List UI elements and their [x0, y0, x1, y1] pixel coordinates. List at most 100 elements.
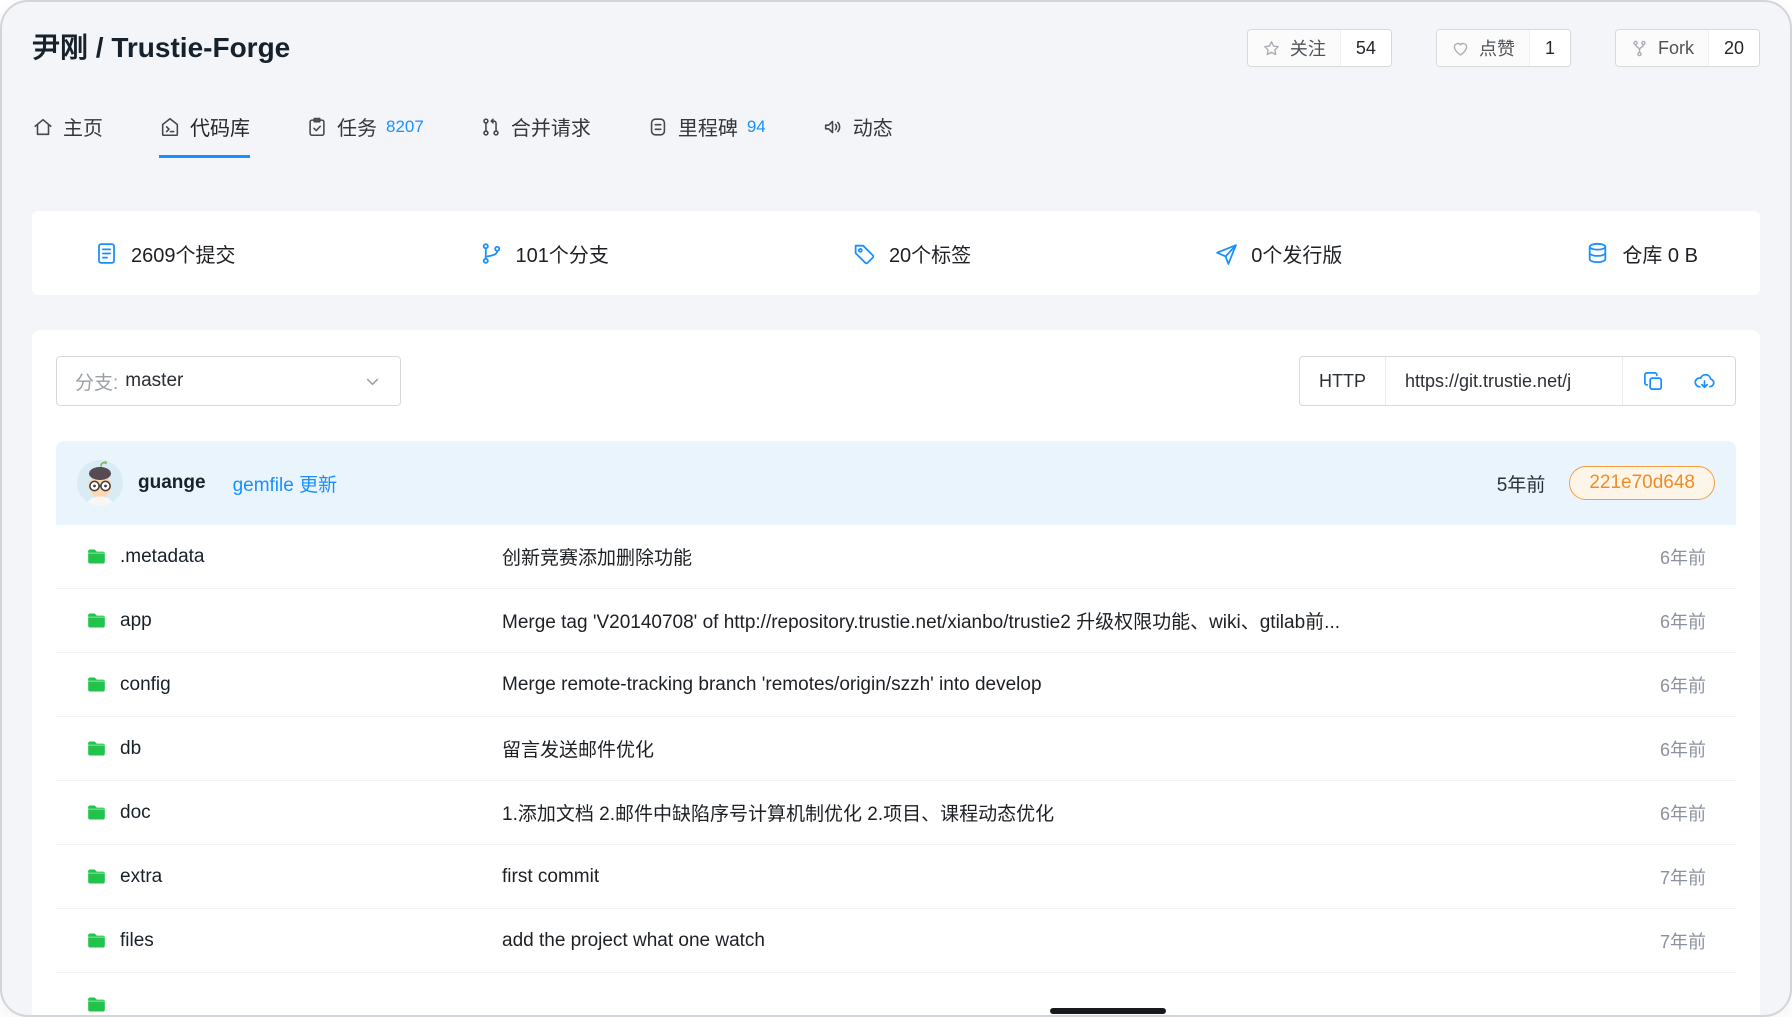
scrollbar-thumb[interactable]: [1050, 1008, 1166, 1014]
stat-branches[interactable]: 101个分支: [479, 239, 609, 268]
file-row[interactable]: extra first commit 7年前: [56, 845, 1736, 909]
file-row[interactable]: doc 1.添加文档 2.邮件中缺陷序号计算机制优化 2.项目、课程动态优化 6…: [56, 781, 1736, 845]
file-row[interactable]: config Merge remote-tracking branch 'rem…: [56, 653, 1736, 717]
document-icon: [94, 241, 119, 266]
tab-milestones[interactable]: 里程碑 94: [647, 112, 766, 158]
stat-size[interactable]: 仓库 0 B: [1585, 239, 1698, 268]
file-commit-message[interactable]: Merge remote-tracking branch 'remotes/or…: [502, 674, 1636, 696]
file-name-cell: doc: [86, 802, 502, 824]
file-commit-message[interactable]: Merge tag 'V20140708' of http://reposito…: [502, 607, 1636, 634]
branch-label: 分支:: [75, 368, 118, 395]
file-row[interactable]: db 留言发送邮件优化 6年前: [56, 717, 1736, 781]
file-row[interactable]: files add the project what one watch 7年前: [56, 909, 1736, 973]
folder-icon: [86, 674, 107, 695]
clone-url-input[interactable]: https://git.trustie.net/j: [1385, 357, 1622, 405]
file-name[interactable]: files: [120, 930, 154, 952]
file-name[interactable]: .metadata: [120, 546, 205, 568]
folder-icon: [86, 546, 107, 567]
merge-icon: [480, 116, 502, 138]
speaker-icon: [822, 116, 844, 138]
file-name[interactable]: db: [120, 738, 141, 760]
folder-icon: [86, 738, 107, 759]
branch-select[interactable]: 分支: master: [56, 356, 401, 406]
file-commit-time: 6年前: [1660, 672, 1706, 698]
file-name[interactable]: app: [120, 610, 152, 632]
file-name-cell: extra: [86, 866, 502, 888]
cloud-download-icon[interactable]: [1693, 370, 1716, 393]
home-icon: [32, 116, 54, 138]
file-commit-message[interactable]: 留言发送邮件优化: [502, 735, 1636, 762]
paper-plane-icon: [1214, 241, 1239, 266]
folder-icon: [86, 994, 107, 1015]
stat-tags-label: 20个标签: [889, 239, 971, 268]
fork-icon: [1630, 39, 1649, 58]
file-row[interactable]: app Merge tag 'V20140708' of http://repo…: [56, 589, 1736, 653]
fork-label: Fork: [1658, 38, 1694, 59]
watch-count[interactable]: 54: [1340, 30, 1391, 66]
tab-issues-count: 8207: [386, 117, 424, 137]
repo-header: 尹刚 / Trustie-Forge 关注 54 点赞 1 Fork 20: [2, 2, 1790, 68]
file-commit-message[interactable]: 1.添加文档 2.邮件中缺陷序号计算机制优化 2.项目、课程动态优化: [502, 799, 1636, 826]
file-row[interactable]: [56, 973, 1736, 1017]
stat-size-label: 仓库 0 B: [1622, 239, 1698, 268]
praise-label: 点赞: [1479, 35, 1515, 61]
tab-pulls[interactable]: 合并请求: [480, 112, 591, 158]
commit-message-link[interactable]: gemfile 更新: [233, 470, 338, 497]
branch-icon: [479, 241, 504, 266]
branch-value: master: [125, 370, 183, 392]
tab-activity[interactable]: 动态: [822, 112, 893, 158]
tab-repository-label: 代码库: [190, 112, 250, 141]
avatar[interactable]: [77, 460, 123, 506]
fork-button[interactable]: Fork 20: [1615, 29, 1760, 67]
stat-tags[interactable]: 20个标签: [852, 239, 971, 268]
watch-button[interactable]: 关注 54: [1247, 29, 1392, 67]
clone-url-group: HTTP https://git.trustie.net/j: [1299, 356, 1736, 406]
file-name[interactable]: config: [120, 674, 171, 696]
tab-milestones-label: 里程碑: [678, 112, 738, 141]
repo-icon: [159, 116, 181, 138]
stat-commits[interactable]: 2609个提交: [94, 239, 236, 268]
stat-commits-label: 2609个提交: [131, 239, 236, 268]
protocol-select[interactable]: HTTP: [1300, 357, 1385, 405]
repo-nav-tabs: 主页 代码库 任务8207 合并请求 里程碑 94 动态: [2, 112, 1790, 158]
heart-icon: [1451, 39, 1470, 58]
clone-url-actions: [1622, 357, 1735, 405]
repo-card: 分支: master HTTP https://git.trustie.net/…: [32, 330, 1760, 1017]
file-name-cell: files: [86, 930, 502, 952]
copy-icon[interactable]: [1642, 370, 1665, 393]
stat-branches-label: 101个分支: [516, 239, 609, 268]
file-row[interactable]: .metadata 创新竞赛添加删除功能 6年前: [56, 525, 1736, 589]
watch-label: 关注: [1290, 35, 1326, 61]
tab-milestones-count: 94: [747, 117, 766, 137]
folder-icon: [86, 802, 107, 823]
chevron-down-icon: [363, 372, 382, 391]
file-name-cell: app: [86, 610, 502, 632]
tab-issues[interactable]: 任务8207: [306, 112, 424, 158]
file-name-cell: db: [86, 738, 502, 760]
praise-count[interactable]: 1: [1529, 30, 1570, 66]
page-title: 尹刚 / Trustie-Forge: [32, 28, 290, 68]
praise-button[interactable]: 点赞 1: [1436, 29, 1571, 67]
repo-stats-bar: 2609个提交 101个分支 20个标签 0个发行版 仓库 0 B: [32, 211, 1760, 295]
tab-home-label: 主页: [63, 112, 103, 141]
file-commit-time: 7年前: [1660, 928, 1706, 954]
commit-sha-badge[interactable]: 221e70d648: [1569, 466, 1715, 500]
file-name[interactable]: extra: [120, 866, 162, 888]
file-commit-message[interactable]: add the project what one watch: [502, 930, 1636, 952]
task-icon: [306, 116, 328, 138]
commit-author[interactable]: guange: [138, 472, 206, 494]
milestone-icon: [647, 116, 669, 138]
file-name-cell: .metadata: [86, 546, 502, 568]
file-commit-message[interactable]: first commit: [502, 866, 1636, 888]
app-window: 尹刚 / Trustie-Forge 关注 54 点赞 1 Fork 20 主页…: [0, 0, 1792, 1017]
file-commit-time: 6年前: [1660, 800, 1706, 826]
tag-icon: [852, 241, 877, 266]
fork-count[interactable]: 20: [1708, 30, 1759, 66]
file-commit-message[interactable]: 创新竞赛添加删除功能: [502, 543, 1636, 570]
file-commit-time: 6年前: [1660, 736, 1706, 762]
tab-repository[interactable]: 代码库: [159, 112, 250, 158]
tab-home[interactable]: 主页: [32, 112, 103, 158]
stat-releases[interactable]: 0个发行版: [1214, 239, 1342, 268]
star-icon: [1262, 39, 1281, 58]
file-name[interactable]: doc: [120, 802, 151, 824]
